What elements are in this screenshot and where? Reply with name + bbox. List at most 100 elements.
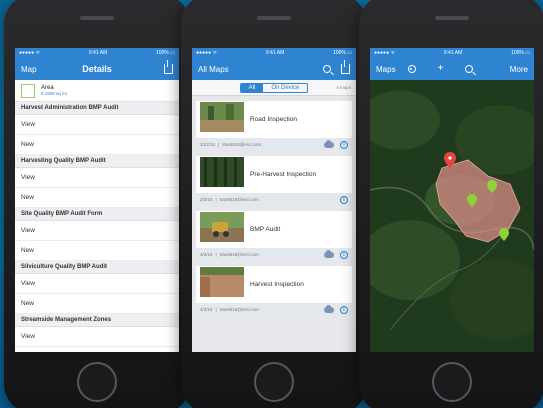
- add-icon[interactable]: +: [438, 64, 444, 74]
- segment-all[interactable]: All: [240, 83, 264, 92]
- info-icon[interactable]: i: [340, 250, 348, 259]
- more-button[interactable]: More: [510, 65, 528, 74]
- details-screen: ●●●●● ᯤ 9:41 AM 100% ▭ Map Details Area …: [15, 48, 179, 352]
- search-icon[interactable]: [323, 65, 331, 73]
- view-row-button[interactable]: View: [15, 221, 179, 241]
- new-row-button[interactable]: New: [15, 188, 179, 208]
- speaker: [257, 16, 291, 20]
- map-card[interactable]: Road Inspection 1/22/15 | trav5518@esri.…: [196, 101, 352, 151]
- nav-bar: Maps + More: [370, 58, 534, 80]
- battery-indicator: 100% ▭: [333, 50, 352, 56]
- map-card-body[interactable]: Harvest Inspection: [196, 266, 352, 303]
- info-icon[interactable]: i: [340, 140, 348, 149]
- satellite-imagery[interactable]: [370, 80, 534, 352]
- share-icon[interactable]: [164, 60, 173, 74]
- map-title: Pre-Harvest Inspection: [250, 171, 317, 178]
- carrier-signal: ●●●●● ᯤ: [374, 50, 396, 56]
- area-swatch: [21, 83, 35, 98]
- new-row-button[interactable]: New: [15, 294, 179, 314]
- map-card[interactable]: Harvest Inspection 4/2/15 | trav5518@esr…: [196, 266, 352, 316]
- status-bar: ●●●●● ᯤ 9:41 AM 100% ▭: [370, 48, 534, 58]
- map-count: 4 maps: [336, 85, 351, 90]
- map-card-footer: 4/2/15 | trav5518@esri.com i: [196, 303, 352, 316]
- page-title: All Maps: [198, 64, 229, 74]
- phone-maps-list: ●●●●● ᯤ 9:41 AM 100% ▭ All Maps All On D…: [181, 0, 367, 408]
- new-row-button[interactable]: New: [15, 241, 179, 261]
- info-icon[interactable]: i: [340, 195, 348, 204]
- status-time: 9:41 AM: [443, 50, 463, 56]
- map-thumbnail: [200, 212, 250, 247]
- share-icon[interactable]: [341, 60, 350, 74]
- view-row-button[interactable]: View: [15, 327, 179, 347]
- speaker: [435, 16, 469, 20]
- nav-bar: Map Details: [15, 58, 179, 80]
- download-cloud-icon[interactable]: [324, 139, 334, 148]
- area-value: 0.1608 sq mi: [41, 91, 67, 96]
- info-icon[interactable]: i: [340, 305, 348, 314]
- download-cloud-icon[interactable]: [324, 304, 334, 313]
- map-owner: trav5518@esri.com: [222, 142, 262, 147]
- satellite-map[interactable]: [370, 80, 534, 352]
- view-row-button[interactable]: View: [15, 274, 179, 294]
- home-button[interactable]: [432, 362, 472, 402]
- divider: |: [215, 307, 217, 312]
- speaker: [80, 16, 114, 20]
- nav-bar: All Maps: [192, 58, 356, 80]
- page-title: Details: [82, 64, 112, 74]
- battery-indicator: 100% ▭: [156, 50, 175, 56]
- map-card-footer: 2/3/15 | trav5518@esri.com i: [196, 193, 352, 206]
- status-time: 9:41 AM: [265, 50, 285, 56]
- map-date: 4/2/15: [200, 307, 213, 312]
- phone-details: ●●●●● ᯤ 9:41 AM 100% ▭ Map Details Area …: [4, 0, 190, 408]
- map-date: 2/3/15: [200, 197, 213, 202]
- section-header: Harvest Administration BMP Audit: [15, 102, 179, 115]
- home-button[interactable]: [77, 362, 117, 402]
- divider: |: [218, 142, 220, 147]
- map-thumbnail: [200, 102, 250, 137]
- search-icon[interactable]: [465, 65, 474, 73]
- view-row-button[interactable]: View: [15, 168, 179, 188]
- map-screen: ●●●●● ᯤ 9:41 AM 100% ▭ Maps + More: [370, 48, 534, 352]
- view-row-button[interactable]: View: [15, 115, 179, 135]
- locate-icon[interactable]: [407, 65, 416, 73]
- area-attribute: Area 0.1608 sq mi: [15, 80, 179, 102]
- section-header: Harvesting Quality BMP Audit: [15, 155, 179, 168]
- map-card[interactable]: BMP Audit 4/2/15 | trav5518@esri.com i: [196, 211, 352, 261]
- phone-map-view: ●●●●● ᯤ 9:41 AM 100% ▭ Maps + More: [359, 0, 543, 408]
- map-thumbnail: [200, 267, 250, 302]
- map-card[interactable]: Pre-Harvest Inspection 2/3/15 | trav5518…: [196, 156, 352, 206]
- home-button[interactable]: [254, 362, 294, 402]
- status-time: 9:41 AM: [88, 50, 108, 56]
- map-thumbnail: [200, 157, 250, 192]
- section-header: Site Quality BMP Audit Form: [15, 208, 179, 221]
- map-date: 1/22/15: [200, 142, 216, 147]
- map-date: 4/2/15: [200, 252, 213, 257]
- carrier-signal: ●●●●● ᯤ: [19, 50, 41, 56]
- segment-on-device[interactable]: On Device: [263, 84, 307, 92]
- divider: |: [215, 252, 217, 257]
- battery-indicator: 100% ▭: [511, 50, 530, 56]
- back-maps-button[interactable]: Maps: [376, 65, 396, 74]
- map-title: Harvest Inspection: [250, 281, 304, 288]
- divider: |: [215, 197, 217, 202]
- map-title: BMP Audit: [250, 226, 281, 233]
- map-owner: trav5518@esri.com: [219, 252, 259, 257]
- download-cloud-icon[interactable]: [324, 249, 334, 258]
- map-card-footer: 1/22/15 | trav5518@esri.com i: [196, 138, 352, 151]
- new-row-button[interactable]: New: [15, 135, 179, 155]
- map-title: Road Inspection: [250, 116, 297, 123]
- map-owner: trav5518@esri.com: [219, 307, 259, 312]
- form-sections: Harvest Administration BMP Audit View New H…: [15, 102, 179, 347]
- back-map-button[interactable]: Map: [21, 65, 37, 74]
- map-card-footer: 4/2/15 | trav5518@esri.com i: [196, 248, 352, 261]
- filter-bar: All On Device 4 maps: [192, 80, 356, 96]
- map-list: Road Inspection 1/22/15 | trav5518@esri.…: [192, 101, 356, 316]
- carrier-signal: ●●●●● ᯤ: [196, 50, 218, 56]
- section-header: Silviculture Quality BMP Audit: [15, 261, 179, 274]
- section-header: Streamside Management Zones: [15, 314, 179, 327]
- map-card-body[interactable]: Road Inspection: [196, 101, 352, 138]
- map-owner: trav5518@esri.com: [219, 197, 259, 202]
- map-card-body[interactable]: BMP Audit: [196, 211, 352, 248]
- segmented-control: All On Device: [239, 82, 309, 93]
- map-card-body[interactable]: Pre-Harvest Inspection: [196, 156, 352, 193]
